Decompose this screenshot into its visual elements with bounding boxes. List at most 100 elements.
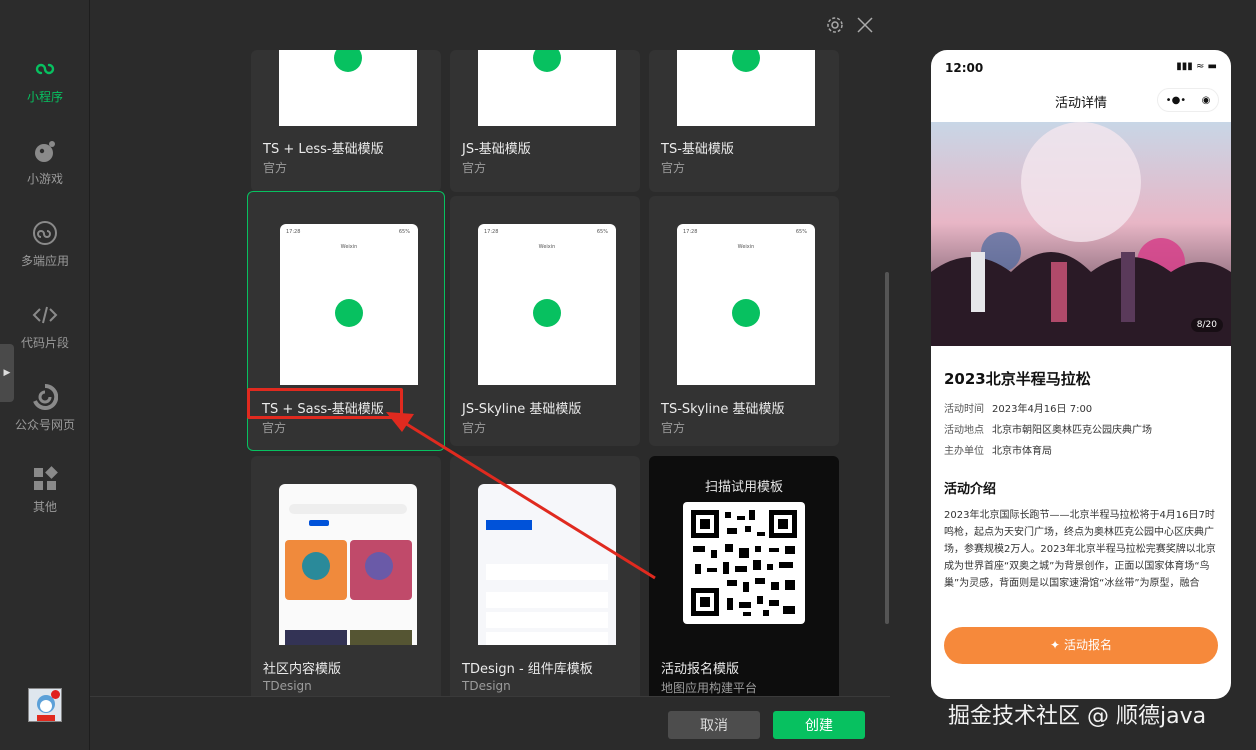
miniprogram-logo-icon: [533, 50, 561, 72]
phone-status-time: 12:00: [945, 61, 984, 75]
template-card[interactable]: 17:28 65% Weixin TS-Skyline 基础模版 官方: [649, 196, 839, 446]
template-source: TDesign: [462, 679, 511, 693]
minigame-icon: [35, 141, 55, 162]
dialog-controls: [824, 14, 876, 36]
event-info-time: 活动时间 2023年4月16日 7:00: [944, 400, 1092, 415]
phone-capsule-menu[interactable]: •●• ◉: [1157, 88, 1219, 112]
miniprogram-logo-icon: [732, 50, 760, 72]
phone-preview: 12:00 ▮▮▮ ≈ ▬ 活动详情 •●• ◉ 8/20 2023北京半程马拉…: [931, 50, 1231, 699]
preview-status-time: 17:28: [286, 229, 301, 235]
info-value: 2023年4月16日 7:00: [992, 404, 1093, 415]
preview-nav-title: Weixin: [538, 244, 556, 250]
template-title: JS-Skyline 基础模版: [462, 402, 582, 417]
template-card[interactable]: 社区内容模版 TDesign: [251, 456, 441, 696]
event-info-location: 活动地点 北京市朝阳区奥林匹克公园庆典广场: [944, 421, 1152, 436]
event-info-organizer: 主办单位 北京市体育局: [944, 442, 1052, 457]
info-key: 活动地点: [944, 425, 984, 436]
preview-status-battery: 65%: [795, 229, 807, 235]
template-card[interactable]: 17:28 65% Weixin JS-Skyline 基础模版 官方: [450, 196, 640, 446]
template-title: 活动报名模版: [661, 662, 740, 677]
sidebar-item-label: 多端应用: [20, 254, 69, 268]
template-preview: [279, 50, 417, 126]
sidebar-item-label: 公众号网页: [14, 418, 75, 432]
miniprogram-logo-icon: [732, 299, 760, 327]
sidebar: 小程序 小游戏 多端应用 代码片段 公众号网页 其他 ▶: [0, 0, 90, 750]
event-title: 2023北京半程马拉松: [944, 370, 1091, 388]
template-preview: 17:28 65% Weixin: [280, 224, 418, 385]
close-icon[interactable]: [854, 14, 876, 36]
template-source: 地图应用构建平台: [661, 681, 758, 695]
template-preview: [677, 50, 815, 126]
template-title: TDesign - 组件库模板: [462, 662, 593, 677]
tdesign-preview-image: [486, 520, 608, 645]
preview-status-battery: 65%: [596, 229, 608, 235]
info-key: 活动时间: [944, 404, 984, 415]
template-title: TS + Less-基础模版: [263, 142, 384, 157]
cancel-button[interactable]: 取消: [668, 711, 760, 739]
sidebar-item-label: 其他: [32, 500, 57, 514]
template-card[interactable]: TDesign - 组件库模板 TDesign: [450, 456, 640, 696]
sidebar-item-miniprogram[interactable]: 小程序: [0, 56, 90, 126]
flame-icon: ✦: [1050, 638, 1061, 652]
template-preview-panel: 12:00 ▮▮▮ ≈ ▬ 活动详情 •●• ◉ 8/20 2023北京半程马拉…: [891, 0, 1256, 750]
grid-icon: [34, 466, 58, 490]
sidebar-item-other[interactable]: 其他: [0, 466, 90, 536]
sidebar-item-minigame[interactable]: 小游戏: [0, 138, 90, 208]
info-value: 北京市朝阳区奥林匹克公园庆典广场: [992, 425, 1152, 436]
template-source: TDesign: [263, 679, 312, 693]
preview-status-time: 17:28: [484, 229, 499, 235]
community-preview-image: [285, 504, 412, 645]
sidebar-expand-toggle[interactable]: ▶: [0, 344, 14, 402]
template-preview: 17:28 65% Weixin: [478, 224, 616, 385]
signup-label: 活动报名: [1063, 638, 1112, 652]
template-card-qr[interactable]: 扫描试用模板 活动报名模版 地图应用构建平台: [649, 456, 839, 696]
sidebar-item-label: 小程序: [26, 90, 63, 104]
qr-code: [683, 502, 805, 624]
event-description: 2023年北京国际长跑节——北京半程马拉松将于4月16日7时鸣枪，起点为天安门广…: [944, 510, 1216, 589]
template-title: JS-基础模版: [462, 142, 531, 157]
sidebar-item-multiplatform[interactable]: 多端应用: [0, 220, 90, 290]
sidebar-item-label: 小游戏: [26, 172, 63, 186]
code-snippet-icon: [32, 306, 58, 324]
template-card[interactable]: TS-基础模版 官方: [649, 50, 839, 192]
template-source: 官方: [263, 161, 288, 175]
preview-nav-title: Weixin: [737, 244, 755, 250]
avatar[interactable]: [28, 688, 62, 722]
info-value: 北京市体育局: [992, 446, 1052, 457]
preview-status-battery: 65%: [398, 229, 410, 235]
phone-status-icons: ▮▮▮ ≈ ▬: [1176, 61, 1217, 72]
template-source: 官方: [462, 161, 487, 175]
event-hero-image: 8/20: [931, 122, 1231, 346]
template-preview: 17:28 65% Weixin: [677, 224, 815, 385]
qr-scan-label: 扫描试用模板: [704, 480, 783, 495]
template-card[interactable]: TS + Less-基础模版 官方: [251, 50, 441, 192]
template-title: TS-基础模版: [661, 142, 734, 157]
miniprogram-icon: [35, 63, 55, 75]
miniprogram-logo-icon: [335, 299, 363, 327]
signup-button[interactable]: ✦ 活动报名: [944, 627, 1218, 664]
dialog-footer: 取消 创建: [90, 696, 890, 750]
target-icon[interactable]: ◉: [1202, 95, 1211, 106]
template-preview: [478, 484, 616, 645]
watermark: 掘金技术社区 @ 顺德java: [948, 704, 1207, 729]
preview-nav-title: Weixin: [340, 244, 358, 250]
official-account-icon: [33, 384, 58, 410]
multiplatform-icon: [33, 221, 57, 245]
template-card[interactable]: JS-基础模版 官方: [450, 50, 640, 192]
miniprogram-logo-icon: [334, 50, 362, 72]
template-title: 社区内容模版: [263, 662, 342, 677]
more-icon[interactable]: •●•: [1166, 95, 1187, 106]
settings-icon[interactable]: [824, 14, 846, 36]
annotation-highlight-box: [247, 388, 403, 419]
template-preview: [478, 50, 616, 126]
event-photo: [931, 122, 1231, 346]
qr-code-image: [691, 510, 797, 616]
template-title: TS-Skyline 基础模版: [661, 402, 785, 417]
image-counter: 8/20: [1190, 318, 1223, 332]
template-source: 官方: [462, 421, 487, 435]
template-grid-scrollbar[interactable]: [885, 272, 889, 624]
notification-dot: [51, 690, 60, 699]
create-button[interactable]: 创建: [773, 711, 865, 739]
template-preview: [279, 484, 417, 645]
info-key: 主办单位: [944, 446, 984, 457]
